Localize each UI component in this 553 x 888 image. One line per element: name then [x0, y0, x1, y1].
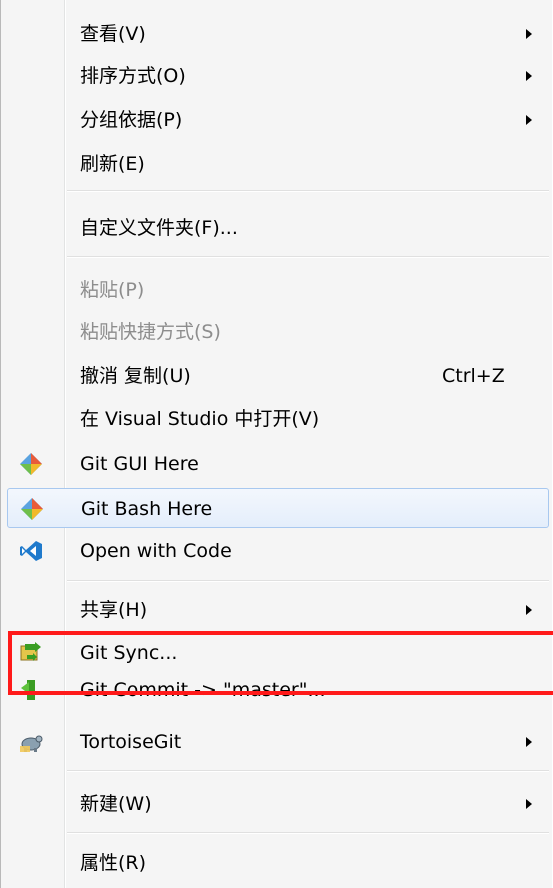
submenu-arrow-icon: [526, 115, 532, 125]
menu-separator: [67, 580, 549, 582]
menu-item-git-bash[interactable]: Git Bash Here: [7, 488, 549, 528]
menu-item-label: 撤消 复制(U): [80, 365, 191, 387]
menu-item-label: Open with Code: [80, 540, 232, 562]
menu-separator: [67, 770, 549, 772]
menu-item-open-with-code[interactable]: Open with Code: [7, 531, 549, 571]
menu-item-refresh[interactable]: 刷新(E): [7, 144, 549, 184]
submenu-arrow-icon: [526, 605, 532, 615]
menu-item-label: 自定义文件夹(F)...: [80, 217, 238, 239]
menu-item-label: 排序方式(O): [80, 65, 186, 87]
menu-item-label: 属性(R): [80, 852, 147, 874]
menu-item-open-visual-studio[interactable]: 在 Visual Studio 中打开(V): [7, 399, 549, 439]
menu-item-label: 新建(W): [80, 793, 152, 815]
menu-separator: [67, 190, 549, 192]
menu-item-shortcut: Ctrl+Z: [442, 365, 505, 387]
menu-item-share[interactable]: 共享(H): [7, 590, 549, 630]
menu-item-label: TortoiseGit: [80, 731, 182, 753]
context-menu: 查看(V) 排序方式(O) 分组依据(P) 刷新(E) 自定义文件夹(F)...…: [0, 0, 552, 888]
menu-item-properties[interactable]: 属性(R): [7, 843, 549, 883]
menu-item-label: Git GUI Here: [80, 453, 199, 475]
submenu-arrow-icon: [526, 29, 532, 39]
menu-item-customize-folder[interactable]: 自定义文件夹(F)...: [7, 208, 549, 248]
submenu-arrow-icon: [526, 799, 532, 809]
menu-item-label: 共享(H): [80, 599, 148, 621]
menu-separator: [67, 256, 549, 258]
menu-item-new[interactable]: 新建(W): [7, 784, 549, 824]
menu-item-undo-copy[interactable]: 撤消 复制(U) Ctrl+Z: [7, 356, 549, 396]
menu-item-label: 刷新(E): [80, 153, 145, 175]
menu-item-sort[interactable]: 排序方式(O): [7, 56, 549, 96]
menu-item-label: 粘贴(P): [80, 279, 145, 301]
tortoisegit-icon: [19, 730, 43, 754]
menu-item-label: 粘贴快捷方式(S): [80, 321, 221, 343]
menu-item-group[interactable]: 分组依据(P): [7, 100, 549, 140]
menu-item-tortoisegit[interactable]: TortoiseGit: [7, 722, 549, 762]
vscode-icon: [19, 539, 43, 563]
menu-item-label: 在 Visual Studio 中打开(V): [80, 408, 320, 430]
git-diamond-icon: [20, 497, 44, 521]
menu-item-label: Git Bash Here: [81, 498, 213, 520]
menu-item-view[interactable]: 查看(V): [7, 14, 549, 54]
menu-item-label: 分组依据(P): [80, 109, 183, 131]
submenu-arrow-icon: [526, 737, 532, 747]
highlight-annotation-box: [8, 631, 553, 695]
menu-item-label: 查看(V): [80, 23, 146, 45]
menu-item-paste-shortcut[interactable]: 粘贴快捷方式(S): [7, 312, 549, 352]
menu-item-git-gui[interactable]: Git GUI Here: [7, 444, 549, 484]
menu-item-paste[interactable]: 粘贴(P): [7, 270, 549, 310]
submenu-arrow-icon: [526, 71, 532, 81]
git-diamond-icon: [19, 452, 43, 476]
menu-separator: [67, 832, 549, 834]
